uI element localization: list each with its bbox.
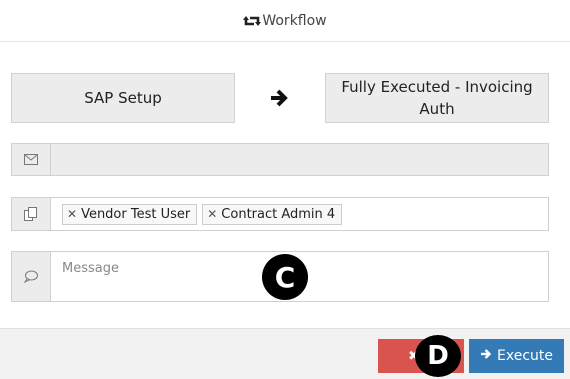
- execute-button[interactable]: Execute: [469, 339, 564, 373]
- remove-tag-icon[interactable]: ✕: [67, 207, 77, 221]
- envelope-icon: [11, 143, 51, 176]
- recipients-input[interactable]: ✕ Vendor Test User ✕ Contract Admin 4: [51, 197, 549, 231]
- from-stage: SAP Setup: [11, 73, 235, 123]
- recipient-tag-label: Vendor Test User: [81, 206, 191, 222]
- to-stage-label: Fully Executed - Invoicing Auth: [341, 78, 533, 118]
- message-placeholder: Message: [62, 261, 119, 276]
- arrow-right-icon: [268, 88, 290, 108]
- annotation-marker-d: D: [415, 335, 461, 377]
- from-stage-label: SAP Setup: [84, 89, 162, 107]
- copy-icon: [11, 197, 51, 231]
- retweet-icon: [243, 14, 262, 28]
- subject-row: [11, 143, 549, 176]
- arrow-right-icon: [480, 348, 492, 364]
- execute-button-label: Execute: [497, 348, 553, 364]
- annotation-marker-c: C: [262, 254, 308, 300]
- recipient-tag: ✕ Vendor Test User: [62, 203, 198, 225]
- comment-icon: [11, 251, 51, 302]
- recipients-row: ✕ Vendor Test User ✕ Contract Admin 4: [11, 197, 549, 231]
- modal-header: Workflow: [0, 0, 570, 42]
- recipient-tag-label: Contract Admin 4: [221, 206, 336, 222]
- modal-title: Workflow: [262, 12, 327, 29]
- to-stage: Fully Executed - Invoicing Auth: [325, 73, 549, 123]
- subject-field: [51, 143, 549, 176]
- remove-tag-icon[interactable]: ✕: [207, 207, 217, 221]
- recipient-tag: ✕ Contract Admin 4: [202, 203, 343, 225]
